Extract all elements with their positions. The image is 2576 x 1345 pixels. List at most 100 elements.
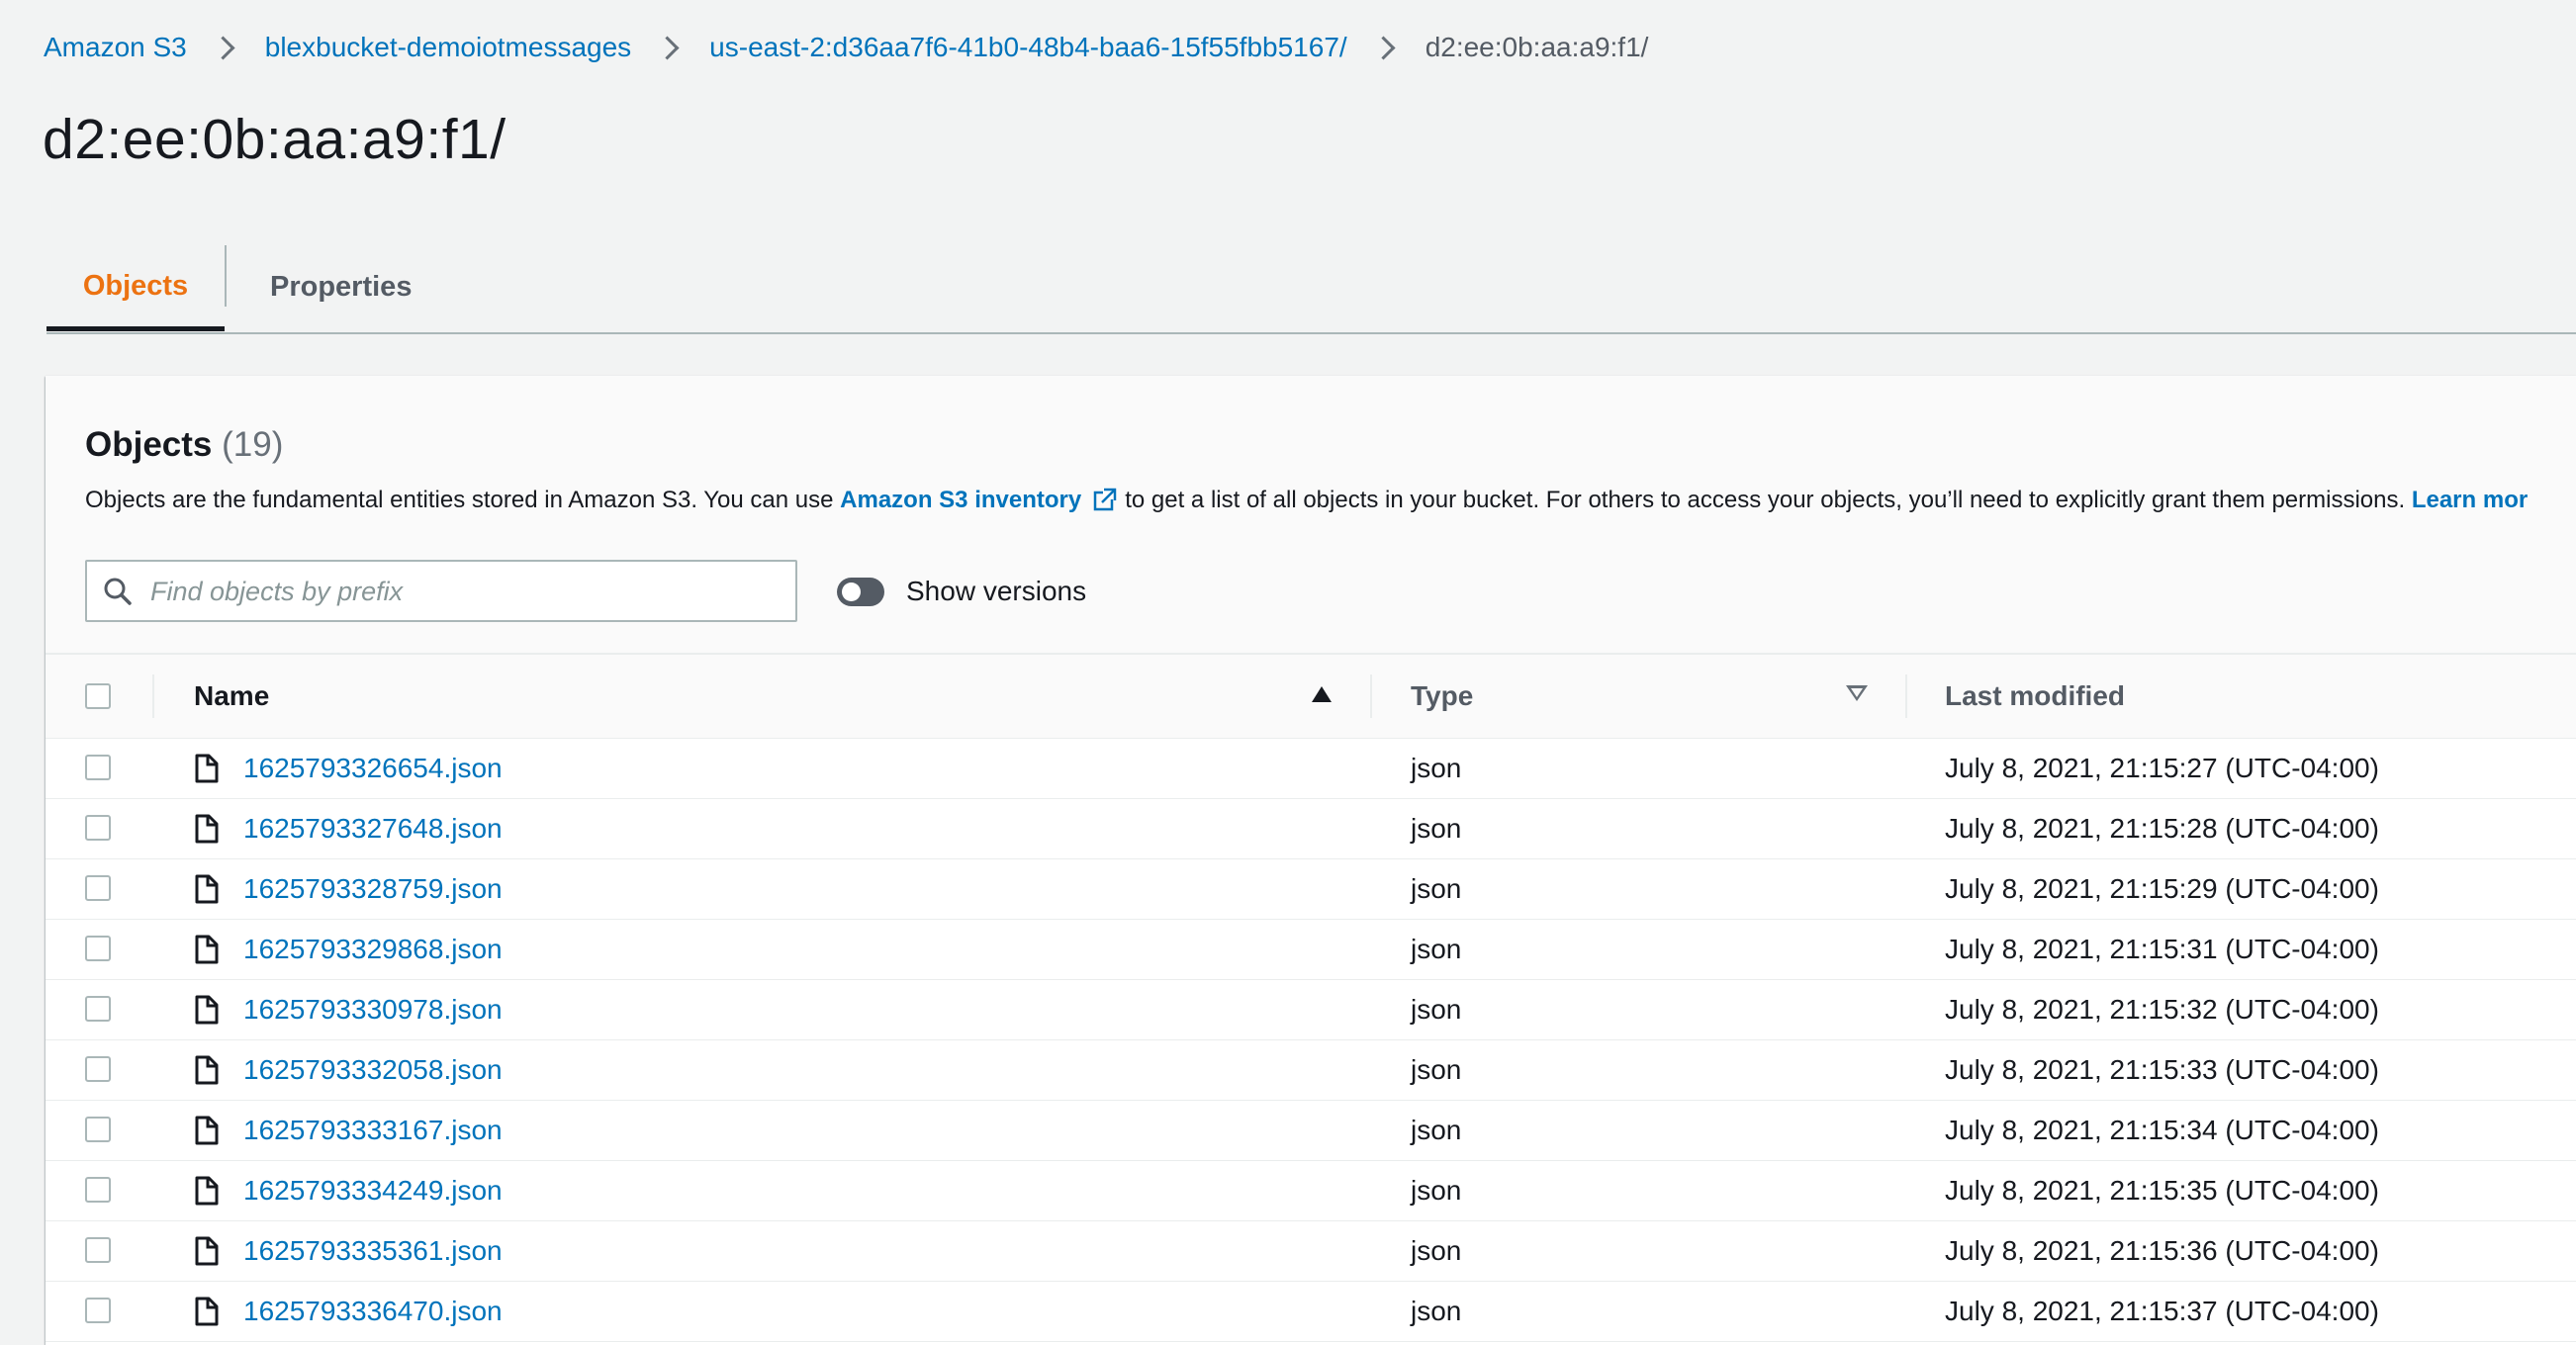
object-type: json bbox=[1411, 994, 1462, 1025]
tab-divider bbox=[225, 245, 227, 307]
object-last-modified: July 8, 2021, 21:15:36 (UTC-04:00) bbox=[1945, 1235, 2379, 1266]
object-type: json bbox=[1411, 1235, 1462, 1266]
objects-panel-header: Objects (19) Objects are the fundamental… bbox=[46, 376, 2576, 654]
table-row: 1625793330978.json json July 8, 2021, 21… bbox=[46, 980, 2576, 1040]
object-type: json bbox=[1411, 813, 1462, 844]
chevron-right-icon bbox=[1371, 35, 1396, 60]
chevron-right-icon bbox=[655, 35, 680, 60]
object-type: json bbox=[1411, 753, 1462, 783]
search-icon bbox=[104, 578, 132, 605]
row-checkbox[interactable] bbox=[85, 1177, 111, 1203]
object-last-modified: July 8, 2021, 21:15:28 (UTC-04:00) bbox=[1945, 813, 2379, 844]
object-last-modified: July 8, 2021, 21:15:32 (UTC-04:00) bbox=[1945, 994, 2379, 1025]
column-separator bbox=[1905, 674, 1907, 718]
row-checkbox[interactable] bbox=[85, 1298, 111, 1323]
show-versions-label: Show versions bbox=[906, 576, 1087, 606]
object-name-link[interactable]: 1625793328759.json bbox=[243, 859, 503, 919]
table-row: 1625793326654.json json July 8, 2021, 21… bbox=[46, 739, 2576, 799]
column-header-last-modified[interactable]: Last modified bbox=[1945, 655, 2125, 738]
object-name-link[interactable]: 1625793327648.json bbox=[243, 799, 503, 858]
object-type: json bbox=[1411, 934, 1462, 964]
show-versions-toggle[interactable]: Show versions bbox=[837, 570, 1086, 613]
objects-panel: Objects (19) Objects are the fundamental… bbox=[46, 376, 2576, 1345]
objects-description: Objects are the fundamental entities sto… bbox=[85, 487, 2528, 514]
breadcrumb-item-current: d2:ee:0b:aa:a9:f1/ bbox=[1425, 32, 1649, 62]
external-link-icon[interactable] bbox=[1093, 488, 1118, 511]
table-row: 1625793328759.json json July 8, 2021, 21… bbox=[46, 859, 2576, 920]
description-text-after: to get a list of all objects in your buc… bbox=[1125, 487, 2406, 513]
file-icon bbox=[195, 1236, 219, 1266]
object-last-modified: July 8, 2021, 21:15:34 (UTC-04:00) bbox=[1945, 1115, 2379, 1145]
table-row: 1625793336470.json json July 8, 2021, 21… bbox=[46, 1282, 2576, 1342]
description-text-before: Objects are the fundamental entities sto… bbox=[85, 487, 834, 513]
table-row: 1625793327648.json json July 8, 2021, 21… bbox=[46, 799, 2576, 859]
column-header-name[interactable]: Name bbox=[194, 655, 269, 738]
object-last-modified: July 8, 2021, 21:15:29 (UTC-04:00) bbox=[1945, 873, 2379, 904]
chevron-right-icon bbox=[211, 35, 235, 60]
objects-count: (19) bbox=[222, 425, 284, 464]
column-separator bbox=[1370, 674, 1372, 718]
file-icon bbox=[195, 1116, 219, 1145]
learn-more-link[interactable]: Learn mor bbox=[2412, 487, 2528, 513]
object-type: json bbox=[1411, 1296, 1462, 1326]
breadcrumb-item-bucket[interactable]: blexbucket-demoiotmessages bbox=[265, 32, 631, 63]
object-type: json bbox=[1411, 1054, 1462, 1085]
object-name-link[interactable]: 1625793335361.json bbox=[243, 1221, 503, 1281]
object-name-link[interactable]: 1625793334249.json bbox=[243, 1161, 503, 1220]
file-icon bbox=[195, 995, 219, 1025]
object-last-modified: July 8, 2021, 21:15:31 (UTC-04:00) bbox=[1945, 934, 2379, 964]
object-name-link[interactable]: 1625793332058.json bbox=[243, 1040, 503, 1100]
file-icon bbox=[195, 1297, 219, 1326]
search-input[interactable] bbox=[148, 562, 785, 622]
page-title: d2:ee:0b:aa:a9:f1/ bbox=[43, 108, 506, 171]
object-type: json bbox=[1411, 1115, 1462, 1145]
file-icon bbox=[195, 754, 219, 783]
row-checkbox[interactable] bbox=[85, 1237, 111, 1263]
objects-heading: Objects (19) bbox=[85, 425, 283, 465]
tab-bar: Objects Properties bbox=[46, 241, 2576, 334]
object-last-modified: July 8, 2021, 21:15:35 (UTC-04:00) bbox=[1945, 1175, 2379, 1206]
row-checkbox[interactable] bbox=[85, 815, 111, 841]
breadcrumb-item-folder[interactable]: us-east-2:d36aa7f6-41b0-48b4-baa6-15f55f… bbox=[709, 32, 1347, 63]
tab-objects[interactable]: Objects bbox=[46, 241, 225, 331]
object-last-modified: July 8, 2021, 21:15:37 (UTC-04:00) bbox=[1945, 1296, 2379, 1326]
row-checkbox[interactable] bbox=[85, 875, 111, 901]
sort-descending-outline-icon[interactable] bbox=[1846, 685, 1868, 701]
object-name-link[interactable]: 1625793336470.json bbox=[243, 1282, 503, 1341]
row-checkbox[interactable] bbox=[85, 996, 111, 1022]
table-row: 1625793332058.json json July 8, 2021, 21… bbox=[46, 1040, 2576, 1101]
toggle-knob bbox=[842, 582, 861, 601]
breadcrumb-item-amazon-s3[interactable]: Amazon S3 bbox=[44, 32, 187, 63]
object-name-link[interactable]: 1625793329868.json bbox=[243, 920, 503, 979]
object-name-link[interactable]: 1625793333167.json bbox=[243, 1101, 503, 1160]
column-header-type[interactable]: Type bbox=[1411, 655, 1473, 738]
file-icon bbox=[195, 1176, 219, 1206]
row-checkbox[interactable] bbox=[85, 936, 111, 961]
search-field[interactable] bbox=[85, 560, 797, 622]
row-checkbox[interactable] bbox=[85, 1117, 111, 1142]
file-icon bbox=[195, 1055, 219, 1085]
object-last-modified: July 8, 2021, 21:15:33 (UTC-04:00) bbox=[1945, 1054, 2379, 1085]
table-row: 1625793334249.json json July 8, 2021, 21… bbox=[46, 1161, 2576, 1221]
inventory-link[interactable]: Amazon S3 inventory bbox=[840, 487, 1081, 513]
column-separator bbox=[152, 674, 154, 718]
table-header: Name Type Last modified bbox=[46, 654, 2576, 739]
breadcrumb: Amazon S3 blexbucket-demoiotmessages us-… bbox=[44, 26, 1648, 69]
tab-properties[interactable]: Properties bbox=[270, 241, 412, 332]
select-all-checkbox[interactable] bbox=[85, 683, 111, 709]
objects-heading-label: Objects bbox=[85, 425, 213, 464]
file-icon bbox=[195, 874, 219, 904]
row-checkbox[interactable] bbox=[85, 755, 111, 780]
table-row: 1625793335361.json json July 8, 2021, 21… bbox=[46, 1221, 2576, 1282]
table-row: 1625793333167.json json July 8, 2021, 21… bbox=[46, 1101, 2576, 1161]
table-body: 1625793326654.json json July 8, 2021, 21… bbox=[46, 739, 2576, 1342]
object-type: json bbox=[1411, 873, 1462, 904]
row-checkbox[interactable] bbox=[85, 1056, 111, 1082]
object-type: json bbox=[1411, 1175, 1462, 1206]
toggle-switch[interactable] bbox=[837, 577, 884, 606]
object-name-link[interactable]: 1625793330978.json bbox=[243, 980, 503, 1039]
object-name-link[interactable]: 1625793326654.json bbox=[243, 739, 503, 798]
file-icon bbox=[195, 814, 219, 844]
file-icon bbox=[195, 935, 219, 964]
sort-ascending-icon[interactable] bbox=[1312, 686, 1332, 702]
